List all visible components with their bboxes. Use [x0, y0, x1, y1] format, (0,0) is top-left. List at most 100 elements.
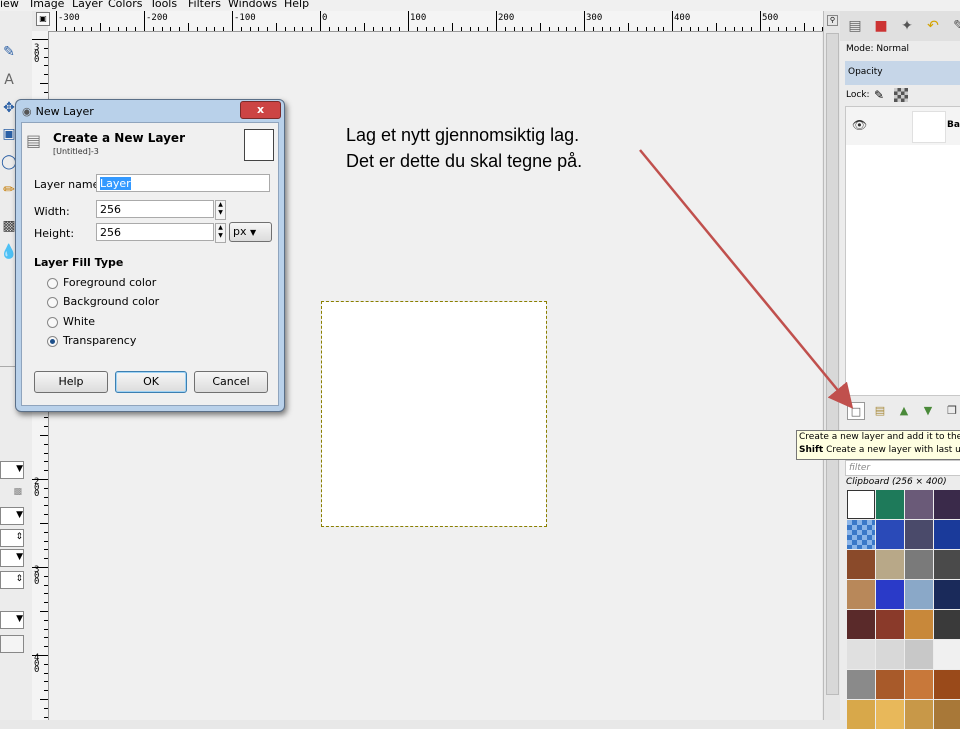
fill-option-label[interactable]: Transparency — [63, 334, 136, 347]
raise-layer-icon[interactable]: ▲ — [895, 402, 913, 420]
navigate-icon[interactable]: ⚲ — [827, 15, 838, 26]
tool-option-icon[interactable]: ▩ — [0, 485, 22, 501]
pattern-swatch[interactable] — [847, 670, 875, 699]
paths-tab-icon[interactable]: ✦ — [896, 15, 918, 37]
edit-tab-icon[interactable]: ✎ — [948, 15, 960, 37]
pattern-swatch[interactable] — [847, 520, 875, 549]
pattern-swatch[interactable] — [876, 550, 904, 579]
menu-image[interactable]: Image — [30, 0, 64, 10]
menu-view[interactable]: iew — [0, 0, 19, 10]
tooltip-shift-key: Shift — [799, 445, 824, 455]
height-spinner[interactable]: ▲ ▼ — [215, 223, 226, 243]
fill-option-label[interactable]: White — [63, 315, 95, 328]
unit-dropdown[interactable]: px ▼ — [229, 222, 272, 242]
radio-background-color[interactable] — [47, 297, 58, 308]
menu-layer[interactable]: Layer — [72, 0, 103, 10]
new-layer-group-icon[interactable]: ▤ — [871, 402, 889, 420]
fill-option-label[interactable]: Background color — [63, 295, 159, 308]
pattern-swatch[interactable] — [847, 490, 875, 519]
undo-tab-icon[interactable]: ↶ — [922, 15, 944, 37]
ruler-tick — [540, 23, 541, 31]
pattern-swatch[interactable] — [847, 640, 875, 669]
pattern-swatch[interactable] — [934, 550, 960, 579]
help-button[interactable]: Help — [34, 371, 108, 393]
channels-tab-icon[interactable]: ■ — [870, 15, 892, 37]
pattern-swatch[interactable] — [905, 490, 933, 519]
ruler-tick — [32, 479, 48, 480]
tool-option-dropdown-4[interactable]: ▼ — [0, 611, 24, 629]
tool-option-spinner-1[interactable]: ⇕ — [0, 529, 24, 547]
pattern-swatch[interactable] — [905, 580, 933, 609]
mode-label[interactable]: Mode: Normal — [846, 44, 909, 54]
pattern-swatch[interactable] — [905, 670, 933, 699]
ok-button[interactable]: OK — [115, 371, 187, 393]
height-input[interactable]: 256 — [96, 223, 214, 241]
menu-colors[interactable]: Colors — [108, 0, 142, 10]
pattern-swatch[interactable] — [876, 610, 904, 639]
menu-windows[interactable]: Windows — [228, 0, 277, 10]
ruler-tick — [469, 27, 471, 31]
menu-tools[interactable]: Tools — [150, 0, 177, 10]
pattern-grid[interactable] — [847, 490, 960, 729]
pencil-tool-icon[interactable]: ✎ — [0, 43, 18, 61]
pattern-filter-input[interactable]: filter — [845, 460, 960, 476]
pattern-swatch[interactable] — [876, 490, 904, 519]
tool-option-dropdown-2[interactable]: ▼ — [0, 507, 24, 525]
fill-option-label[interactable]: Foreground color — [63, 276, 156, 289]
lock-pixels-icon[interactable]: ✎ — [874, 88, 884, 102]
pattern-swatch[interactable] — [934, 700, 960, 729]
lower-layer-icon[interactable]: ▼ — [919, 402, 937, 420]
lock-alpha-icon[interactable] — [894, 88, 908, 102]
cancel-button[interactable]: Cancel — [194, 371, 268, 393]
dialog-titlebar[interactable]: ◉ New Layer — [22, 104, 202, 120]
ruler-tick — [44, 584, 48, 586]
pattern-swatch[interactable] — [934, 670, 960, 699]
tool-option-field[interactable] — [0, 635, 24, 653]
pattern-swatch[interactable] — [905, 700, 933, 729]
pattern-swatch[interactable] — [905, 610, 933, 639]
tool-option-spinner-2[interactable]: ⇕ — [0, 571, 24, 589]
opacity-slider[interactable]: Opacity — [845, 61, 960, 85]
width-spinner[interactable]: ▲ ▼ — [215, 200, 226, 220]
pattern-swatch[interactable] — [847, 700, 875, 729]
pattern-swatch[interactable] — [847, 610, 875, 639]
pattern-swatch[interactable] — [905, 550, 933, 579]
radio-transparency[interactable] — [47, 336, 58, 347]
pattern-swatch[interactable] — [905, 640, 933, 669]
pattern-swatch[interactable] — [934, 640, 960, 669]
tool-option-dropdown-3[interactable]: ▼ — [0, 549, 24, 567]
tool-option-dropdown-1[interactable]: ▼ — [0, 461, 24, 479]
new-layer-button[interactable]: □ — [847, 402, 865, 420]
canvas-vertical-scrollbar[interactable]: ⚲ — [823, 11, 840, 720]
pattern-swatch[interactable] — [847, 550, 875, 579]
menu-filters[interactable]: Filters — [188, 0, 221, 10]
layer-name-input[interactable]: Layer — [96, 174, 270, 192]
eye-visibility-icon[interactable]: 👁 — [852, 118, 867, 132]
quick-mask-icon[interactable]: ▣ — [36, 12, 50, 26]
layers-list[interactable] — [845, 106, 960, 396]
pattern-swatch[interactable] — [876, 640, 904, 669]
pattern-swatch[interactable] — [847, 580, 875, 609]
width-input[interactable]: 256 — [96, 200, 214, 218]
ruler-tick — [170, 27, 172, 31]
ruler-label: 300 — [34, 565, 40, 587]
pattern-swatch[interactable] — [905, 520, 933, 549]
pattern-swatch[interactable] — [876, 580, 904, 609]
pattern-swatch[interactable] — [934, 490, 960, 519]
duplicate-layer-icon[interactable]: ❐ — [943, 402, 960, 420]
scrollbar-thumb[interactable] — [826, 33, 839, 695]
image-layer-canvas[interactable] — [321, 301, 547, 527]
layer-name[interactable]: Bac — [947, 120, 960, 130]
layers-tab-icon[interactable]: ▤ — [844, 15, 866, 37]
radio-foreground-color[interactable] — [47, 278, 58, 289]
radio-white[interactable] — [47, 317, 58, 328]
close-button[interactable]: x — [240, 101, 281, 119]
pattern-swatch[interactable] — [934, 520, 960, 549]
pattern-swatch[interactable] — [876, 670, 904, 699]
pattern-swatch[interactable] — [876, 520, 904, 549]
menu-help[interactable]: Help — [284, 0, 309, 10]
pattern-swatch[interactable] — [934, 610, 960, 639]
text-tool-icon[interactable]: A — [0, 71, 18, 89]
pattern-swatch[interactable] — [934, 580, 960, 609]
pattern-swatch[interactable] — [876, 700, 904, 729]
